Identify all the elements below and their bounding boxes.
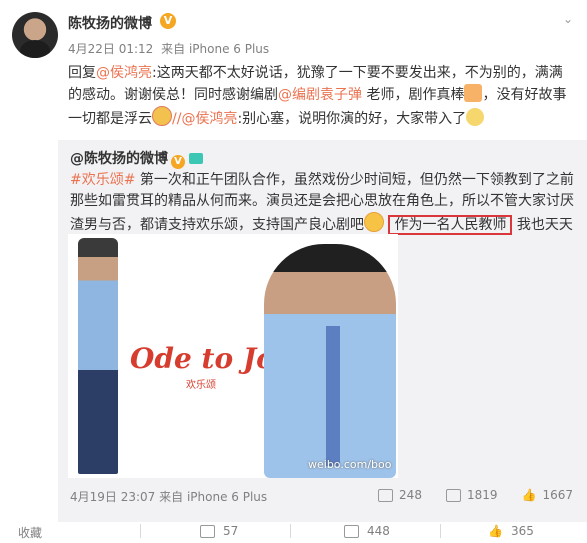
thumbs-up-emoji-icon (464, 84, 483, 102)
post-source: 来自 iPhone 6 Plus (161, 42, 270, 56)
bottom-like-button[interactable]: 👍 365 (488, 524, 534, 538)
post-meta: 4月22日 01:12 来自 iPhone 6 Plus (68, 40, 273, 57)
hashtag-link[interactable]: #欢乐颂# (70, 172, 135, 188)
mention-link[interactable]: @编剧袁子弹 (278, 87, 362, 103)
post-time[interactable]: 4月22日 01:12 (68, 42, 153, 56)
highlight-box: 作为一名人民教师 (388, 215, 513, 235)
mention-link[interactable]: @侯鸿亮 (181, 111, 237, 127)
comment-button[interactable]: 1819 (445, 488, 498, 502)
divider (290, 524, 291, 538)
repost-icon (378, 488, 394, 502)
verified-icon: V (160, 13, 176, 29)
mention-link[interactable]: @侯鸿亮 (96, 65, 152, 81)
repost-card: @陈牧扬的微博 V #欢乐颂# 第一次和正午团队合作，虽然戏份少时间短，但仍然一下… (58, 140, 587, 522)
camera-icon (189, 153, 203, 164)
repost-author[interactable]: @陈牧扬的微博 (70, 151, 168, 167)
shock-emoji-icon (152, 106, 172, 126)
bottom-comment-button[interactable]: 448 (344, 524, 390, 538)
repost-time[interactable]: 4月19日 23:07 (70, 490, 155, 504)
bottom-action-bar: 收藏 57 448 👍 365 (0, 522, 587, 543)
verified-icon: V (171, 155, 185, 169)
actor-figure-left (78, 238, 118, 474)
like-icon: 👍 (521, 488, 537, 502)
post-image[interactable]: Ode to Joy 欢乐颂 weibo.com/boo (68, 234, 398, 478)
repost-icon (200, 524, 215, 538)
comment-icon (344, 524, 359, 538)
avatar[interactable] (12, 12, 58, 58)
comment-icon (445, 488, 461, 502)
like-icon: 👍 (488, 524, 503, 538)
repost-button[interactable]: 248 (378, 488, 422, 502)
divider (440, 524, 441, 538)
chevron-down-icon[interactable]: ⌄ (563, 12, 573, 26)
image-watermark: weibo.com/boo (308, 458, 392, 471)
laugh-emoji-icon (364, 212, 384, 232)
repost-meta: 4月19日 23:07 来自 iPhone 6 Plus (70, 488, 267, 505)
bottom-repost-button[interactable]: 57 (200, 524, 238, 538)
favorite-button[interactable]: 收藏 (18, 524, 42, 541)
repost-actions: 248 1819 👍 1667 (378, 488, 573, 502)
drama-logo-sub: 欢乐颂 (186, 380, 216, 391)
divider (140, 524, 141, 538)
username[interactable]: 陈牧扬的微博 (68, 13, 152, 33)
smile-emoji-icon (466, 108, 485, 126)
repost-author-line: @陈牧扬的微博 V (70, 148, 203, 169)
like-button[interactable]: 👍 1667 (522, 488, 574, 502)
post-text: 回复@侯鸿亮:这两天都不太好说话，犹豫了一下要不要发出来，不为别的，满满的感动。… (68, 65, 567, 127)
favorite-label: 收藏 (18, 526, 43, 540)
tie (326, 326, 340, 466)
repost-source: 来自 iPhone 6 Plus (159, 490, 268, 504)
